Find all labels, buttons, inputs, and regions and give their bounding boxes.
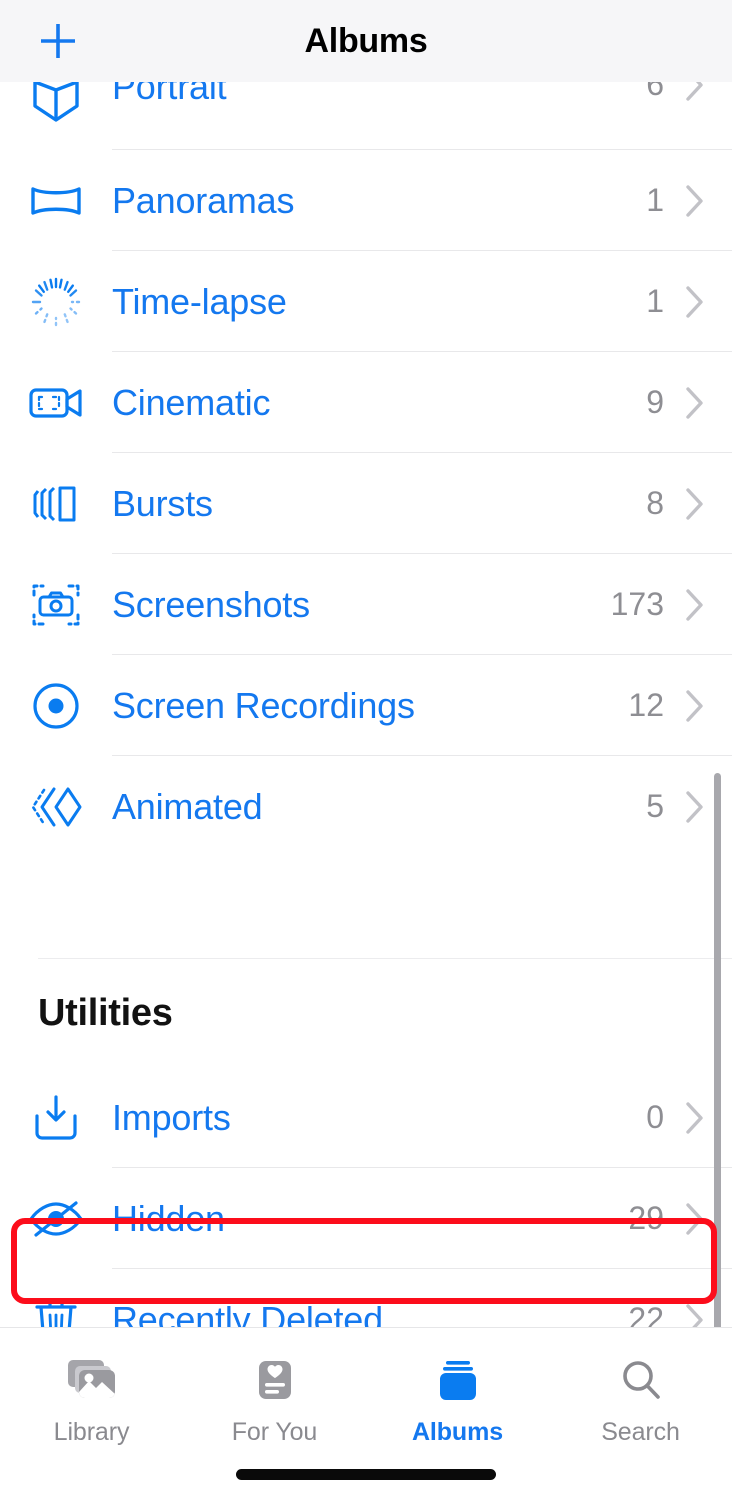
album-meta: 8: [646, 485, 732, 522]
album-meta: 1: [646, 182, 732, 219]
album-label: Bursts: [112, 482, 213, 524]
album-label: Panoramas: [112, 179, 295, 221]
section-gap: [0, 857, 732, 959]
tab-label: Albums: [411, 1418, 504, 1446]
album-label: Screen Recordings: [112, 684, 415, 726]
album-row-cinematic[interactable]: Cinematic 9: [0, 352, 732, 453]
album-row-animated[interactable]: Animated 5: [0, 756, 732, 857]
album-meta: 173: [611, 586, 732, 623]
album-meta: 1: [646, 283, 732, 320]
search-icon: [616, 1352, 666, 1410]
tab-label: Search: [601, 1418, 680, 1446]
album-count: 8: [646, 485, 664, 521]
imports-icon: [0, 1086, 112, 1150]
section-divider: [38, 957, 732, 959]
tab-library[interactable]: Library: [0, 1328, 183, 1447]
photo-stack-icon: [63, 1352, 121, 1410]
home-indicator: [236, 1469, 496, 1480]
album-count: 5: [646, 788, 664, 824]
album-count: 9: [646, 384, 664, 420]
album-count: 12: [628, 687, 664, 723]
plus-icon: [34, 17, 82, 65]
album-label: Animated: [112, 785, 263, 827]
tab-label: For You: [231, 1418, 318, 1446]
album-label: Hidden: [112, 1197, 225, 1239]
screen-recordings-icon: [0, 674, 112, 738]
photos-albums-screen: Albums Portrait 6 Panoramas 1 Time-lapse…: [0, 0, 732, 1500]
album-count: 1: [646, 182, 664, 218]
hidden-eye-icon: [0, 1187, 112, 1251]
album-count: 1: [646, 283, 664, 319]
chevron-right-icon: [684, 385, 706, 421]
chevron-right-icon: [684, 587, 706, 623]
chevron-right-icon: [684, 284, 706, 320]
tab-for-you[interactable]: For You: [183, 1328, 366, 1447]
bursts-icon: [0, 472, 112, 536]
screenshots-icon: [0, 573, 112, 637]
chevron-right-icon: [684, 688, 706, 724]
album-row-hidden[interactable]: Hidden 29: [0, 1168, 732, 1269]
album-row-portrait[interactable]: Portrait 6: [0, 66, 732, 150]
page-title: Albums: [304, 21, 428, 60]
album-count: 0: [646, 1099, 664, 1135]
album-row-imports[interactable]: Imports 0: [0, 1067, 732, 1168]
chevron-right-icon: [684, 1201, 706, 1237]
tab-search[interactable]: Search: [549, 1328, 732, 1447]
tab-label: Library: [53, 1418, 130, 1446]
animated-icon: [0, 775, 112, 839]
albums-icon: [432, 1352, 484, 1410]
album-count: 29: [628, 1200, 664, 1236]
album-label: Cinematic: [112, 381, 271, 423]
album-row-bursts[interactable]: Bursts 8: [0, 453, 732, 554]
album-count: 173: [610, 586, 664, 622]
chevron-right-icon: [684, 486, 706, 522]
album-row-panoramas[interactable]: Panoramas 1: [0, 150, 732, 251]
album-row-screenshots[interactable]: Screenshots 173: [0, 554, 732, 655]
cinematic-icon: [0, 371, 112, 435]
timelapse-icon: [0, 270, 112, 334]
chevron-right-icon: [684, 183, 706, 219]
album-label: Time-lapse: [112, 280, 287, 322]
album-row-time-lapse[interactable]: Time-lapse 1: [0, 251, 732, 352]
add-album-button[interactable]: [30, 13, 86, 69]
album-label: Screenshots: [112, 583, 310, 625]
chevron-right-icon: [684, 1100, 706, 1136]
album-label: Imports: [112, 1096, 231, 1138]
albums-list[interactable]: Portrait 6 Panoramas 1 Time-lapse 1 Cine…: [0, 66, 732, 1370]
section-title: Utilities: [38, 991, 173, 1034]
section-header-utilities: Utilities: [0, 959, 732, 1067]
navigation-bar: Albums: [0, 0, 732, 82]
chevron-right-icon: [684, 789, 706, 825]
album-meta: 9: [646, 384, 732, 421]
heart-card-icon: [250, 1352, 300, 1410]
panorama-icon: [0, 169, 112, 233]
tab-albums[interactable]: Albums: [366, 1328, 549, 1447]
vertical-scrollbar[interactable]: [714, 773, 721, 1335]
album-meta: 12: [628, 687, 732, 724]
album-row-screen-recordings[interactable]: Screen Recordings 12: [0, 655, 732, 756]
